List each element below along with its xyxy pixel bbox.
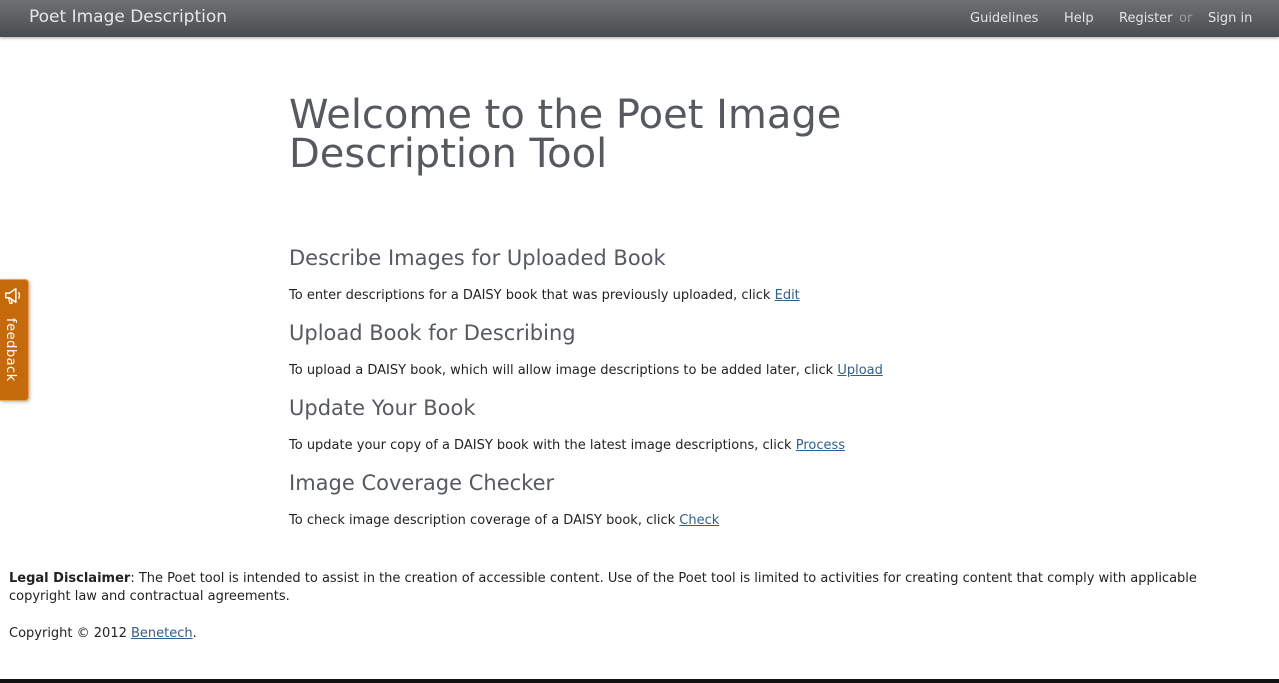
section-text-coverage-body: To check image description coverage of a…	[289, 513, 680, 528]
section-text-describe: To enter descriptions for a DAISY book t…	[289, 288, 800, 303]
section-heading-coverage: Image Coverage Checker	[289, 471, 555, 495]
edit-link[interactable]: Edit	[775, 288, 800, 303]
page-title: Welcome to the Poet Image Description To…	[289, 92, 842, 177]
section-text-update-body: To update your copy of a DAISY book with…	[289, 438, 796, 453]
section-heading-update: Update Your Book	[289, 396, 476, 420]
bottom-border	[0, 679, 1279, 683]
disclaimer-text: : The Poet tool is intended to assist in…	[9, 571, 1197, 604]
copyright-text: Copyright © 2012	[9, 626, 132, 641]
megaphone-icon	[5, 287, 21, 304]
section-heading-describe: Describe Images for Uploaded Book	[289, 246, 666, 270]
section-text-coverage: To check image description coverage of a…	[289, 513, 719, 528]
feedback-tab[interactable]: feedback	[0, 279, 29, 401]
section-heading-upload: Upload Book for Describing	[289, 321, 576, 345]
section-text-upload-body: To upload a DAISY book, which will allow…	[289, 363, 838, 378]
check-link[interactable]: Check	[679, 513, 719, 528]
guidelines-link[interactable]: Guidelines	[970, 11, 1038, 26]
upload-link[interactable]: Upload	[837, 363, 883, 378]
section-text-describe-body: To enter descriptions for a DAISY book t…	[289, 288, 775, 303]
copyright: Copyright © 2012 Benetech.	[9, 626, 197, 641]
sign-in-link[interactable]: Sign in	[1208, 11, 1252, 26]
section-text-update: To update your copy of a DAISY book with…	[289, 438, 845, 453]
feedback-label: feedback	[3, 318, 18, 382]
legal-disclaimer: Legal Disclaimer: The Poet tool is inten…	[9, 570, 1259, 606]
process-link[interactable]: Process	[796, 438, 845, 453]
nav-or-text: or	[1179, 11, 1193, 26]
copyright-period: .	[192, 626, 197, 641]
brand-link[interactable]: Poet Image Description	[29, 7, 227, 27]
disclaimer-label: Legal Disclaimer	[9, 571, 131, 586]
benetech-link[interactable]: Benetech	[131, 626, 193, 641]
help-link[interactable]: Help	[1064, 11, 1094, 26]
top-navbar: Poet Image Description Guidelines Help R…	[0, 0, 1279, 37]
register-link[interactable]: Register	[1119, 11, 1173, 26]
section-text-upload: To upload a DAISY book, which will allow…	[289, 363, 883, 378]
